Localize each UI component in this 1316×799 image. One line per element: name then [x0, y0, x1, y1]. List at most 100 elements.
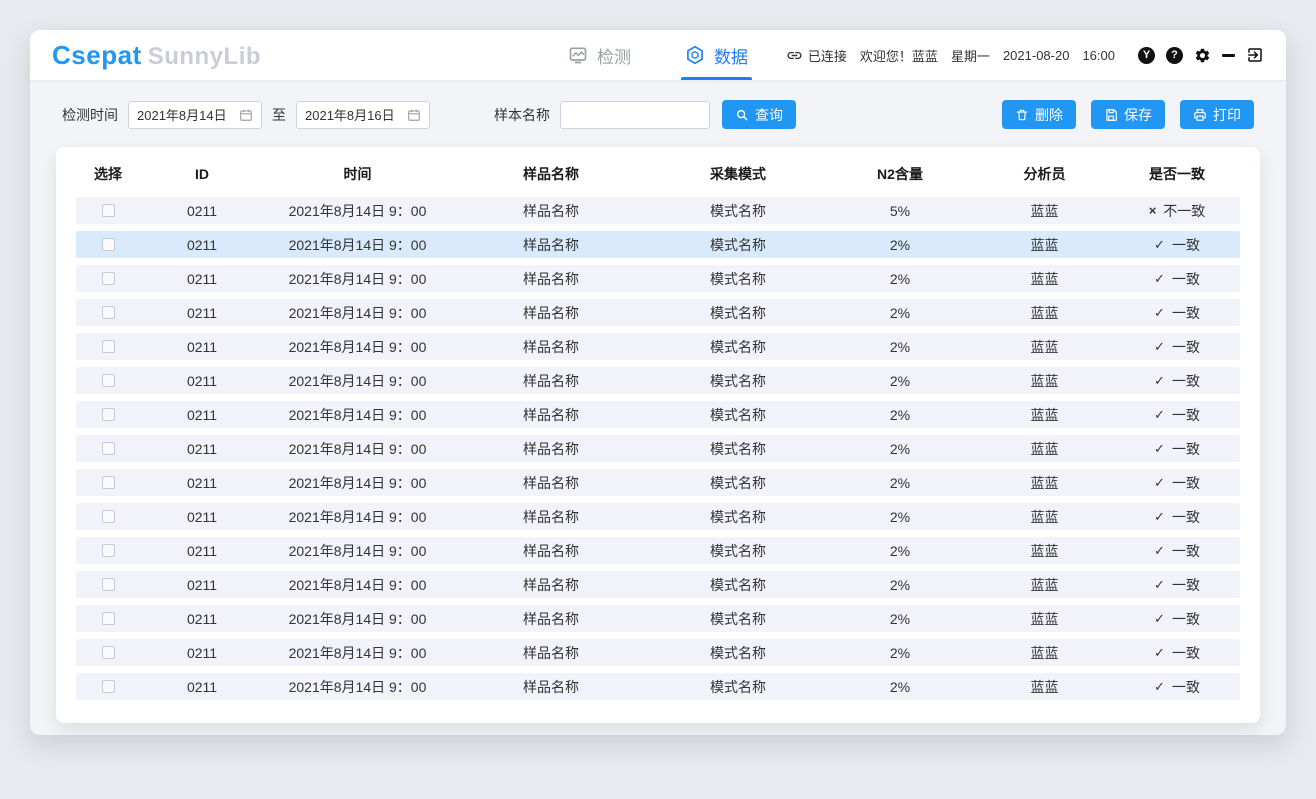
consistency-status: ✓ 一致 [1114, 609, 1240, 629]
row-checkbox[interactable] [102, 374, 115, 387]
exit-icon[interactable] [1246, 46, 1264, 64]
theme-icon[interactable]: Y [1138, 47, 1155, 64]
consistency-status: ✓ 一致 [1114, 303, 1240, 323]
consistency-label: 一致 [1172, 439, 1200, 459]
date-from-input[interactable]: 2021年8月14日 [128, 101, 262, 129]
table-row[interactable]: 0211 2021年8月14日 9：00 样品名称 模式名称 2% 蓝蓝 ✓ 一… [76, 673, 1240, 700]
column-header-analyst: 分析员 [975, 164, 1114, 184]
id-cell: 0211 [140, 373, 264, 389]
delete-button[interactable]: 删除 [1002, 100, 1076, 129]
consistency-label: 一致 [1172, 371, 1200, 391]
analyst-cell: 蓝蓝 [975, 473, 1114, 493]
table-row[interactable]: 0211 2021年8月14日 9：00 样品名称 模式名称 2% 蓝蓝 ✓ 一… [76, 299, 1240, 326]
table-row[interactable]: 0211 2021年8月14日 9：00 样品名称 模式名称 2% 蓝蓝 ✓ 一… [76, 401, 1240, 428]
consistency-status: ✓ 一致 [1114, 643, 1240, 663]
consistency-mark-icon: ✓ [1154, 645, 1165, 661]
minimize-button[interactable] [1222, 54, 1235, 57]
mode-cell: 模式名称 [651, 337, 825, 357]
id-cell: 0211 [140, 543, 264, 559]
table-row[interactable]: 0211 2021年8月14日 9：00 样品名称 模式名称 2% 蓝蓝 ✓ 一… [76, 503, 1240, 530]
id-cell: 0211 [140, 441, 264, 457]
consistency-label: 一致 [1172, 405, 1200, 425]
time-cell: 2021年8月14日 9：00 [264, 609, 451, 629]
time-cell: 2021年8月14日 9：00 [264, 269, 451, 289]
table-row[interactable]: 0211 2021年8月14日 9：00 样品名称 模式名称 5% 蓝蓝 × 不… [76, 197, 1240, 224]
row-checkbox[interactable] [102, 510, 115, 523]
column-header-consistency: 是否一致 [1114, 164, 1240, 184]
row-checkbox[interactable] [102, 238, 115, 251]
row-checkbox[interactable] [102, 544, 115, 557]
id-cell: 0211 [140, 203, 264, 219]
query-button[interactable]: 查询 [722, 100, 796, 129]
date-to-value: 2021年8月16日 [305, 105, 395, 124]
table-row[interactable]: 0211 2021年8月14日 9：00 样品名称 模式名称 2% 蓝蓝 ✓ 一… [76, 265, 1240, 292]
row-checkbox[interactable] [102, 204, 115, 217]
row-checkbox[interactable] [102, 272, 115, 285]
id-cell: 0211 [140, 679, 264, 695]
mode-cell: 模式名称 [651, 541, 825, 561]
sample-cell: 样品名称 [451, 677, 651, 697]
row-checkbox[interactable] [102, 442, 115, 455]
n2-cell: 2% [825, 509, 975, 525]
consistency-mark-icon: ✓ [1154, 373, 1165, 389]
n2-cell: 2% [825, 611, 975, 627]
mode-cell: 模式名称 [651, 201, 825, 221]
table-row[interactable]: 0211 2021年8月14日 9：00 样品名称 模式名称 2% 蓝蓝 ✓ 一… [76, 333, 1240, 360]
table-row[interactable]: 0211 2021年8月14日 9：00 样品名称 模式名称 2% 蓝蓝 ✓ 一… [76, 231, 1240, 258]
tab-detect-label: 检测 [597, 43, 631, 68]
mode-cell: 模式名称 [651, 303, 825, 323]
consistency-label: 不一致 [1163, 201, 1205, 221]
analyst-cell: 蓝蓝 [975, 235, 1114, 255]
time-cell: 2021年8月14日 9：00 [264, 337, 451, 357]
row-checkbox[interactable] [102, 578, 115, 591]
n2-cell: 5% [825, 203, 975, 219]
select-cell [76, 612, 140, 625]
row-checkbox[interactable] [102, 646, 115, 659]
table-row[interactable]: 0211 2021年8月14日 9：00 样品名称 模式名称 2% 蓝蓝 ✓ 一… [76, 639, 1240, 666]
calendar-icon [407, 108, 421, 122]
mode-cell: 模式名称 [651, 405, 825, 425]
consistency-mark-icon: ✓ [1154, 509, 1165, 525]
consistency-mark-icon: ✓ [1154, 271, 1165, 287]
query-button-label: 查询 [755, 105, 783, 125]
settings-gear-icon[interactable] [1194, 47, 1211, 64]
row-checkbox[interactable] [102, 408, 115, 421]
mode-cell: 模式名称 [651, 643, 825, 663]
n2-cell: 2% [825, 237, 975, 253]
mode-cell: 模式名称 [651, 609, 825, 629]
tab-detect[interactable]: 检测 [564, 30, 635, 80]
table-body: 0211 2021年8月14日 9：00 样品名称 模式名称 5% 蓝蓝 × 不… [76, 197, 1240, 700]
consistency-status: ✓ 一致 [1114, 541, 1240, 561]
row-checkbox[interactable] [102, 476, 115, 489]
row-checkbox[interactable] [102, 306, 115, 319]
sample-name-input[interactable] [560, 101, 710, 129]
time-cell: 2021年8月14日 9：00 [264, 677, 451, 697]
help-icon[interactable]: ? [1166, 47, 1183, 64]
consistency-mark-icon: ✓ [1154, 407, 1165, 423]
tab-data[interactable]: 数据 [681, 30, 752, 80]
date-to-input[interactable]: 2021年8月16日 [296, 101, 430, 129]
consistency-status: ✓ 一致 [1114, 405, 1240, 425]
table-row[interactable]: 0211 2021年8月14日 9：00 样品名称 模式名称 2% 蓝蓝 ✓ 一… [76, 605, 1240, 632]
analyst-cell: 蓝蓝 [975, 405, 1114, 425]
row-checkbox[interactable] [102, 612, 115, 625]
table-row[interactable]: 0211 2021年8月14日 9：00 样品名称 模式名称 2% 蓝蓝 ✓ 一… [76, 469, 1240, 496]
data-table: 选择 ID 时间 样品名称 采集模式 N2含量 分析员 是否一致 0211 20… [56, 147, 1260, 723]
select-cell [76, 204, 140, 217]
row-checkbox[interactable] [102, 340, 115, 353]
time-cell: 2021年8月14日 9：00 [264, 405, 451, 425]
time-cell: 2021年8月14日 9：00 [264, 235, 451, 255]
status-area: 已连接 欢迎您！蓝蓝 星期一 2021-08-20 16:00 Y ? [786, 46, 1264, 65]
row-checkbox[interactable] [102, 680, 115, 693]
table-row[interactable]: 0211 2021年8月14日 9：00 样品名称 模式名称 2% 蓝蓝 ✓ 一… [76, 537, 1240, 564]
print-button[interactable]: 打印 [1180, 100, 1254, 129]
table-row[interactable]: 0211 2021年8月14日 9：00 样品名称 模式名称 2% 蓝蓝 ✓ 一… [76, 571, 1240, 598]
filter-bar: 检测时间 2021年8月14日 至 2021年8月16日 样本名称 查询 [30, 80, 1286, 143]
n2-cell: 2% [825, 407, 975, 423]
table-row[interactable]: 0211 2021年8月14日 9：00 样品名称 模式名称 2% 蓝蓝 ✓ 一… [76, 367, 1240, 394]
table-row[interactable]: 0211 2021年8月14日 9：00 样品名称 模式名称 2% 蓝蓝 ✓ 一… [76, 435, 1240, 462]
mode-cell: 模式名称 [651, 473, 825, 493]
app-window: Csepat SunnyLib 检测 数据 已连接 [30, 30, 1286, 735]
consistency-label: 一致 [1172, 269, 1200, 289]
save-button[interactable]: 保存 [1091, 100, 1165, 129]
